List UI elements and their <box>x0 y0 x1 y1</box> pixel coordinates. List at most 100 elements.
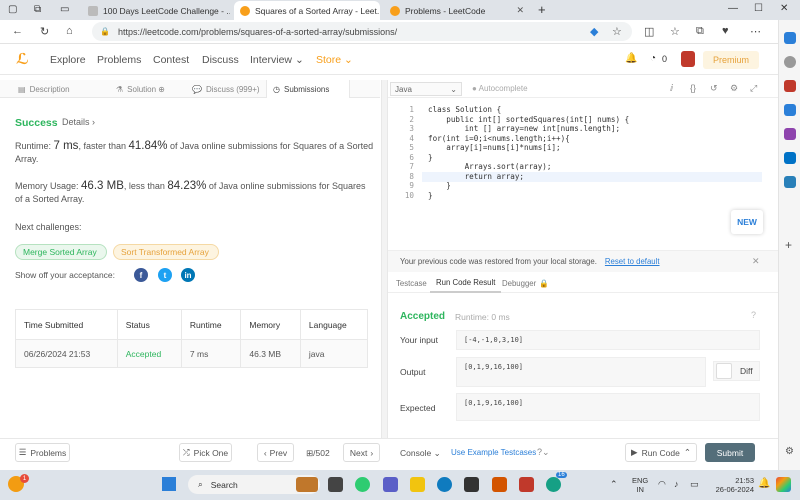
outlook-icon[interactable] <box>784 152 796 164</box>
clock[interactable]: 21:53 26-06-2024 <box>710 476 754 494</box>
close-icon[interactable]: ✕ <box>752 256 760 267</box>
file-explorer-icon[interactable] <box>410 477 425 492</box>
windows-start-icon[interactable] <box>162 477 176 491</box>
pdf-icon[interactable] <box>519 477 534 492</box>
console-button[interactable]: Console ⌄ <box>400 448 441 459</box>
profile-icon[interactable]: ▢ <box>8 4 17 15</box>
settings-icon[interactable]: ⚙ <box>785 446 794 457</box>
bell-icon[interactable]: 🔔 <box>625 53 637 64</box>
tab-discuss[interactable]: 💬 Discuss (999+) <box>186 80 266 98</box>
url-bar[interactable]: 🔒 https://leetcode.com/problems/squares-… <box>92 22 632 41</box>
search-icon[interactable] <box>784 56 796 68</box>
games-icon[interactable] <box>784 128 796 140</box>
refresh-icon[interactable]: ↻ <box>40 25 49 38</box>
app-icon[interactable] <box>492 477 507 492</box>
nav-problems[interactable]: Problems <box>97 54 141 66</box>
use-example-testcases-link[interactable]: Use Example Testcases <box>451 448 536 457</box>
new-feature-button[interactable]: NEW <box>731 210 763 234</box>
problems-button[interactable]: ☰ Problems <box>15 443 70 462</box>
tools-icon[interactable] <box>784 104 796 116</box>
teams-icon[interactable] <box>383 477 398 492</box>
tab-description[interactable]: ▤ Description <box>12 80 76 98</box>
tab-debugger[interactable]: Debugger 🔒 <box>496 273 555 293</box>
search-highlight-icon[interactable] <box>296 477 318 492</box>
braces-icon[interactable]: {} <box>690 83 696 93</box>
new-tab-icon[interactable]: + <box>538 2 546 17</box>
add-icon[interactable]: + <box>785 238 792 252</box>
close-icon[interactable]: ✕ <box>510 5 524 16</box>
tab-actions-icon[interactable]: ▭ <box>60 4 69 15</box>
extensions-icon[interactable]: ♥ <box>722 25 729 37</box>
edge-icon[interactable] <box>437 477 452 492</box>
help-icon[interactable]: ?⌄ <box>537 447 550 458</box>
cell-status[interactable]: Accepted <box>116 339 182 368</box>
tab-submissions[interactable]: ◷ Submissions <box>266 80 350 98</box>
leetcode-logo[interactable]: ℒ <box>16 50 29 68</box>
favorite-icon[interactable]: ☆ <box>612 25 622 38</box>
facebook-icon[interactable]: f <box>134 268 148 282</box>
challenge-merge-sorted-array[interactable]: Merge Sorted Array <box>15 244 107 260</box>
chevron-up-icon[interactable]: ⌃ <box>610 479 618 490</box>
chrome-icon[interactable] <box>355 477 370 492</box>
settings-icon[interactable]: ⚙ <box>730 83 738 94</box>
challenge-sort-transformed-array[interactable]: Sort Transformed Array <box>113 244 219 260</box>
nav-explore[interactable]: Explore <box>50 54 86 66</box>
browser-tab-squares[interactable]: Squares of a Sorted Array - Leet... ✕ <box>234 1 380 20</box>
nav-contest[interactable]: Contest <box>153 54 189 66</box>
collections-icon[interactable]: ⧉ <box>696 25 704 38</box>
nav-interview[interactable]: Interview ⌄ <box>250 54 304 66</box>
nav-store[interactable]: Store ⌄ <box>316 54 353 66</box>
linkedin-icon[interactable]: in <box>181 268 195 282</box>
whatsapp-icon[interactable] <box>546 477 561 492</box>
task-view-icon[interactable] <box>328 477 343 492</box>
copilot-icon[interactable] <box>784 32 796 44</box>
nav-discuss[interactable]: Discuss <box>202 54 239 66</box>
back-icon[interactable]: ← <box>12 25 23 37</box>
reset-to-default-link[interactable]: Reset to default <box>605 257 660 266</box>
prev-button[interactable]: ‹ Prev <box>257 443 294 462</box>
language-indicator[interactable]: ENG IN <box>632 476 648 494</box>
autocomplete-toggle[interactable]: ● Autocomplete <box>472 84 528 93</box>
pick-one-button[interactable]: ⤮ Pick One <box>179 443 232 462</box>
diff-switch[interactable] <box>716 363 732 379</box>
shopping-icon[interactable] <box>784 80 796 92</box>
submit-button[interactable]: Submit <box>705 443 755 462</box>
premium-button[interactable]: Premium <box>703 51 759 69</box>
diff-toggle[interactable]: Diff <box>713 361 760 381</box>
copilot-icon[interactable] <box>776 477 791 492</box>
language-select[interactable]: Java ⌄ <box>390 82 462 96</box>
tracking-icon[interactable]: ◆ <box>590 25 598 38</box>
close-window-icon[interactable]: ✕ <box>780 3 788 14</box>
battery-icon[interactable]: ▭ <box>690 479 699 490</box>
panel-divider[interactable] <box>381 80 388 438</box>
store-icon[interactable] <box>464 477 479 492</box>
drop-icon[interactable] <box>784 176 796 188</box>
info-icon[interactable]: ⅈ <box>670 83 673 94</box>
fullscreen-icon[interactable]: ⤢ <box>750 83 757 94</box>
tab-run-code-result[interactable]: Run Code Result <box>430 273 502 293</box>
split-screen-icon[interactable]: ◫ <box>644 25 654 38</box>
run-code-button[interactable]: ▶ Run Code ⌃ <box>625 443 697 462</box>
twitter-icon[interactable]: t <box>158 268 172 282</box>
table-row[interactable]: 06/26/2024 21:53 Accepted 7 ms 46.3 MB j… <box>15 339 369 368</box>
browser-tab-challenge[interactable]: 100 Days LeetCode Challenge - ... ✕ <box>82 1 230 20</box>
streak-icon[interactable]: ◔ <box>650 53 656 64</box>
notification-icon[interactable]: 🔔 <box>758 478 770 489</box>
reset-icon[interactable]: ↺ <box>710 83 718 94</box>
favorites-icon[interactable]: ☆ <box>670 25 680 38</box>
more-icon[interactable]: ⋯ <box>750 25 761 38</box>
minimize-icon[interactable]: — <box>728 3 738 14</box>
home-icon[interactable]: ⌂ <box>66 25 73 37</box>
code-editor[interactable]: 1 class Solution { 2 public int[] sortedS… <box>398 105 629 200</box>
workspaces-icon[interactable]: ⧉ <box>34 4 41 15</box>
wifi-icon[interactable]: ◠ <box>658 479 666 490</box>
volume-icon[interactable]: ♪ <box>674 479 679 489</box>
help-icon[interactable]: ? <box>751 310 756 320</box>
next-button[interactable]: Next › <box>343 443 380 462</box>
avatar[interactable] <box>681 51 695 67</box>
maximize-icon[interactable]: ☐ <box>754 3 763 14</box>
tab-testcase[interactable]: Testcase <box>390 273 433 293</box>
browser-tab-problems[interactable]: Problems - LeetCode ✕ <box>384 1 530 20</box>
tab-solution[interactable]: ⚗ Solution ⊕ <box>110 80 171 98</box>
details-link[interactable]: Details › <box>62 117 95 127</box>
